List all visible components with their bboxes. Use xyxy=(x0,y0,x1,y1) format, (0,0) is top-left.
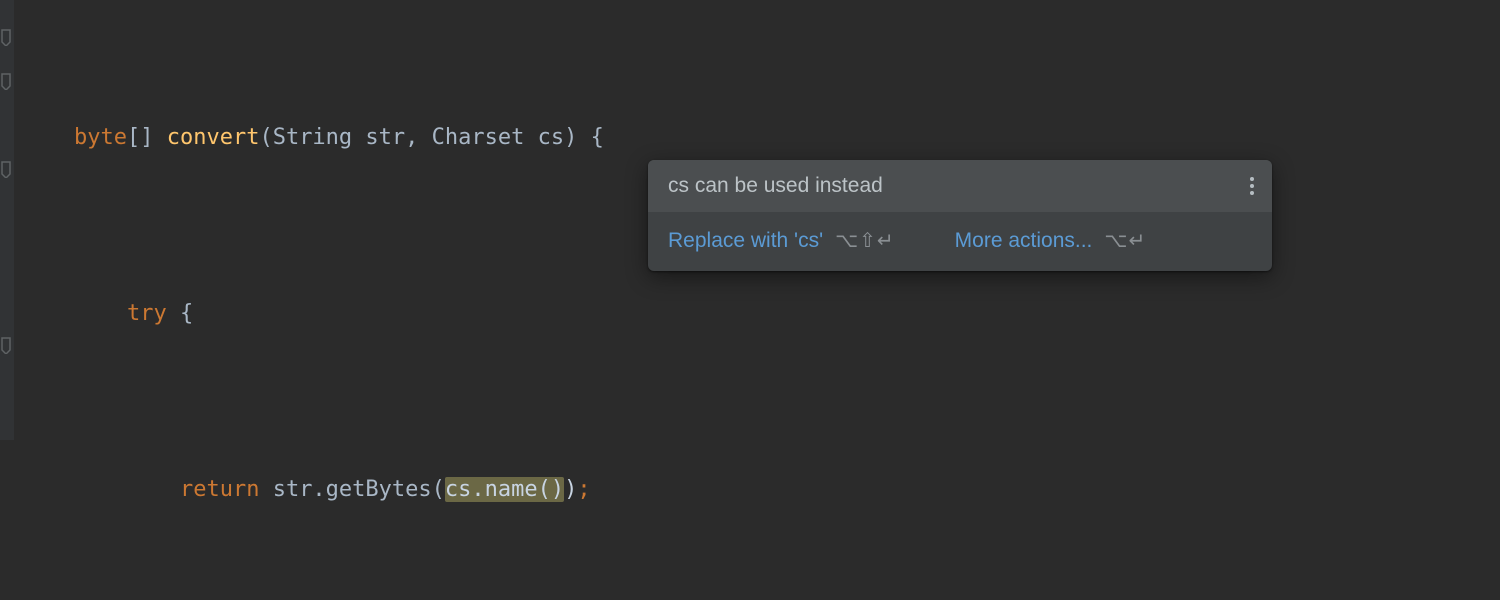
quick-fix-link[interactable]: Replace with 'cs' xyxy=(668,229,823,253)
code-editor[interactable]: byte[] convert(String str, Charset cs) {… xyxy=(0,0,1500,600)
more-actions-link[interactable]: More actions... xyxy=(955,229,1093,253)
more-options-icon[interactable] xyxy=(1250,174,1254,198)
method-marker-icon xyxy=(0,28,12,46)
method-name: convert xyxy=(167,125,260,150)
shortcut-hint: ⌥↵ xyxy=(1104,228,1146,253)
params: (String str, Charset cs) { xyxy=(259,125,603,150)
intention-popup: cs can be used instead Replace with 'cs'… xyxy=(648,160,1272,271)
punct: ; xyxy=(577,477,590,502)
method-marker-icon xyxy=(0,72,12,90)
code-line[interactable]: return str.getBytes(cs.name()); xyxy=(14,468,1500,512)
intention-popup-header: cs can be used instead xyxy=(648,160,1272,212)
code-line[interactable]: byte[] convert(String str, Charset cs) { xyxy=(14,116,1500,160)
gutter-icon-strip xyxy=(0,28,14,354)
method-marker-icon xyxy=(0,160,12,178)
code-text: str.getBytes( xyxy=(259,477,444,502)
punct: [] xyxy=(127,125,167,150)
code-line[interactable]: try { xyxy=(14,292,1500,336)
shortcut-hint: ⌥⇧↵ xyxy=(835,228,895,253)
keyword: byte xyxy=(74,125,127,150)
intention-popup-body: Replace with 'cs' ⌥⇧↵ More actions... ⌥↵ xyxy=(648,212,1272,271)
punct: { xyxy=(167,301,194,326)
method-marker-icon xyxy=(0,336,12,354)
keyword: try xyxy=(127,301,167,326)
inspection-highlight[interactable]: cs.name() xyxy=(445,477,564,502)
keyword: return xyxy=(180,477,259,502)
punct: ) xyxy=(564,477,577,502)
intention-title: cs can be used instead xyxy=(668,174,883,198)
code-area[interactable]: byte[] convert(String str, Charset cs) {… xyxy=(14,28,1500,600)
